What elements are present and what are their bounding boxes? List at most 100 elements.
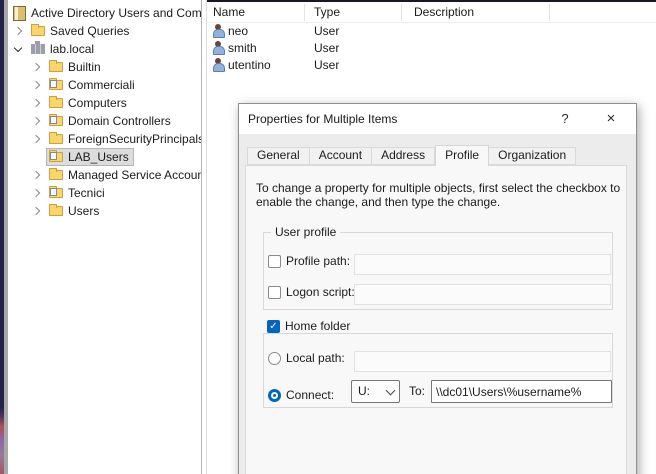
chevron-collapsed-icon[interactable]	[28, 184, 46, 202]
tab-account[interactable]: Account	[310, 147, 372, 165]
list-header: Name Type Description	[207, 3, 656, 23]
tab-general[interactable]: General	[247, 147, 310, 165]
user-type: User	[314, 24, 339, 38]
console-tree: Active Directory Users and Com Saved Quer…	[8, 4, 201, 220]
tree-item-computers[interactable]: Computers	[8, 94, 201, 112]
aduc-console-window: Active Directory Users and Com Saved Quer…	[0, 0, 656, 474]
to-label: To:	[409, 385, 425, 398]
user-row-utentino[interactable]: utentino User	[207, 57, 656, 74]
connect-label: Connect:	[286, 389, 334, 402]
local-path-label: Local path:	[286, 352, 345, 365]
tree-item-domain-controllers[interactable]: Domain Controllers	[8, 112, 201, 130]
tree-item-active-directory-users-and-com[interactable]: Active Directory Users and Com	[8, 4, 201, 22]
tree-item-lab-users[interactable]: LAB_Users	[8, 148, 201, 166]
local-path-input[interactable]	[354, 351, 611, 372]
folder-icon	[31, 26, 45, 36]
console-root-icon	[13, 6, 26, 21]
user-icon	[213, 24, 225, 38]
tree-item-label: Active Directory Users and Com	[31, 6, 202, 20]
tree-item-label: Computers	[68, 96, 127, 110]
profile-path-input[interactable]	[354, 254, 611, 275]
user-row-smith[interactable]: smithUser	[207, 40, 656, 57]
chevron-collapsed-icon[interactable]	[28, 130, 46, 148]
folder-icon	[49, 62, 63, 72]
chevron-collapsed-icon[interactable]	[28, 76, 46, 94]
tab-organization[interactable]: Organization	[489, 147, 576, 165]
column-divider[interactable]	[304, 4, 305, 21]
tree-item-label: Builtin	[68, 60, 101, 74]
tree-item-label: Domain Controllers	[68, 114, 171, 128]
chevron-spacer	[28, 148, 46, 166]
profile-path-label: Profile path:	[286, 255, 350, 268]
tree-item-label: LAB_Users	[68, 150, 129, 164]
home-folder-label: Home folder	[285, 320, 350, 333]
tree-item-commerciali[interactable]: Commerciali	[8, 76, 201, 94]
home-folder-path-input[interactable]: \\dc01\Users\%username%	[431, 380, 612, 403]
tree-item-managed-service-accoun[interactable]: Managed Service Accoun	[8, 166, 201, 184]
tree-item-lab-local[interactable]: lab.local	[8, 40, 201, 58]
tree-item-label: ForeignSecurityPrincipals	[68, 132, 202, 146]
folder-icon	[49, 170, 63, 180]
tree-item-label: Tecnici	[68, 186, 105, 200]
folder-icon	[49, 206, 63, 216]
chevron-collapsed-icon[interactable]	[28, 58, 46, 76]
chevron-down-icon	[386, 386, 396, 396]
description-line: enable the change, and then type the cha…	[256, 195, 620, 209]
help-button[interactable]: ?	[549, 104, 581, 134]
user-profile-group: User profile Profile path: Logon script:	[263, 232, 613, 310]
user-profile-group-title: User profile	[271, 226, 340, 239]
chevron-collapsed-icon[interactable]	[28, 166, 46, 184]
tree-item-tecnici[interactable]: Tecnici	[8, 184, 201, 202]
domain-icon	[31, 44, 45, 54]
drive-letter-value: U:	[358, 385, 370, 398]
tab-address[interactable]: Address	[372, 147, 435, 165]
column-divider[interactable]	[401, 4, 402, 21]
folder-icon	[49, 134, 63, 144]
tree-item-label: Managed Service Accoun	[68, 168, 202, 182]
home-folder-group: Local path: Connect: U: To: \\dc01\Users…	[263, 333, 613, 408]
tree-item-users[interactable]: Users	[8, 202, 201, 220]
user-list: neoUsersmithUserutentinoUser	[207, 23, 656, 74]
logon-script-label: Logon script:	[286, 286, 355, 299]
dialog-tabstrip: GeneralAccountAddressProfileOrganization	[247, 146, 576, 166]
tree-item-label: Users	[68, 204, 99, 218]
chevron-collapsed-icon[interactable]	[28, 94, 46, 112]
user-name: utentino	[228, 58, 271, 72]
profile-tab-page: To change a property for multiple object…	[245, 165, 627, 474]
tree-item-label: Commerciali	[68, 78, 135, 92]
user-icon	[213, 58, 225, 72]
properties-dialog: Properties for Multiple Items ? × Genera…	[238, 103, 637, 474]
tree-item-label: lab.local	[50, 42, 94, 56]
connect-radio[interactable]	[268, 389, 281, 402]
column-header-type[interactable]: Type	[314, 3, 340, 22]
tree-item-saved-queries[interactable]: Saved Queries	[8, 22, 201, 40]
ou-folder-icon	[49, 152, 63, 162]
dialog-titlebar[interactable]: Properties for Multiple Items ? ×	[239, 104, 636, 134]
chevron-collapsed-icon[interactable]	[28, 202, 46, 220]
home-folder-checkbox[interactable]: ✓	[267, 320, 280, 333]
chevron-collapsed-icon[interactable]	[28, 112, 46, 130]
user-row-neo[interactable]: neoUser	[207, 23, 656, 40]
ou-folder-icon	[49, 188, 63, 198]
user-icon	[213, 41, 225, 55]
local-path-radio[interactable]	[268, 352, 281, 365]
tree-item-label: Saved Queries	[50, 24, 129, 38]
tab-profile[interactable]: Profile	[435, 145, 489, 166]
user-name: smith	[228, 41, 257, 55]
column-header-description[interactable]: Description	[414, 3, 474, 22]
logon-script-checkbox[interactable]	[268, 286, 281, 299]
tree-item-foreignsecurityprincipals[interactable]: ForeignSecurityPrincipals	[8, 130, 201, 148]
close-icon[interactable]: ×	[595, 104, 627, 134]
ou-folder-icon	[49, 116, 63, 126]
column-header-name[interactable]: Name	[213, 3, 245, 22]
drive-letter-dropdown[interactable]: U:	[351, 380, 400, 403]
column-divider[interactable]	[549, 4, 550, 21]
profile-path-checkbox[interactable]	[268, 255, 281, 268]
ou-folder-icon	[49, 80, 63, 90]
logon-script-input[interactable]	[354, 284, 611, 305]
chevron-expanded-icon[interactable]	[10, 40, 28, 58]
chevron-collapsed-icon[interactable]	[10, 22, 28, 40]
user-type: User	[314, 58, 339, 72]
tree-item-builtin[interactable]: Builtin	[8, 58, 201, 76]
folder-icon	[49, 98, 63, 108]
